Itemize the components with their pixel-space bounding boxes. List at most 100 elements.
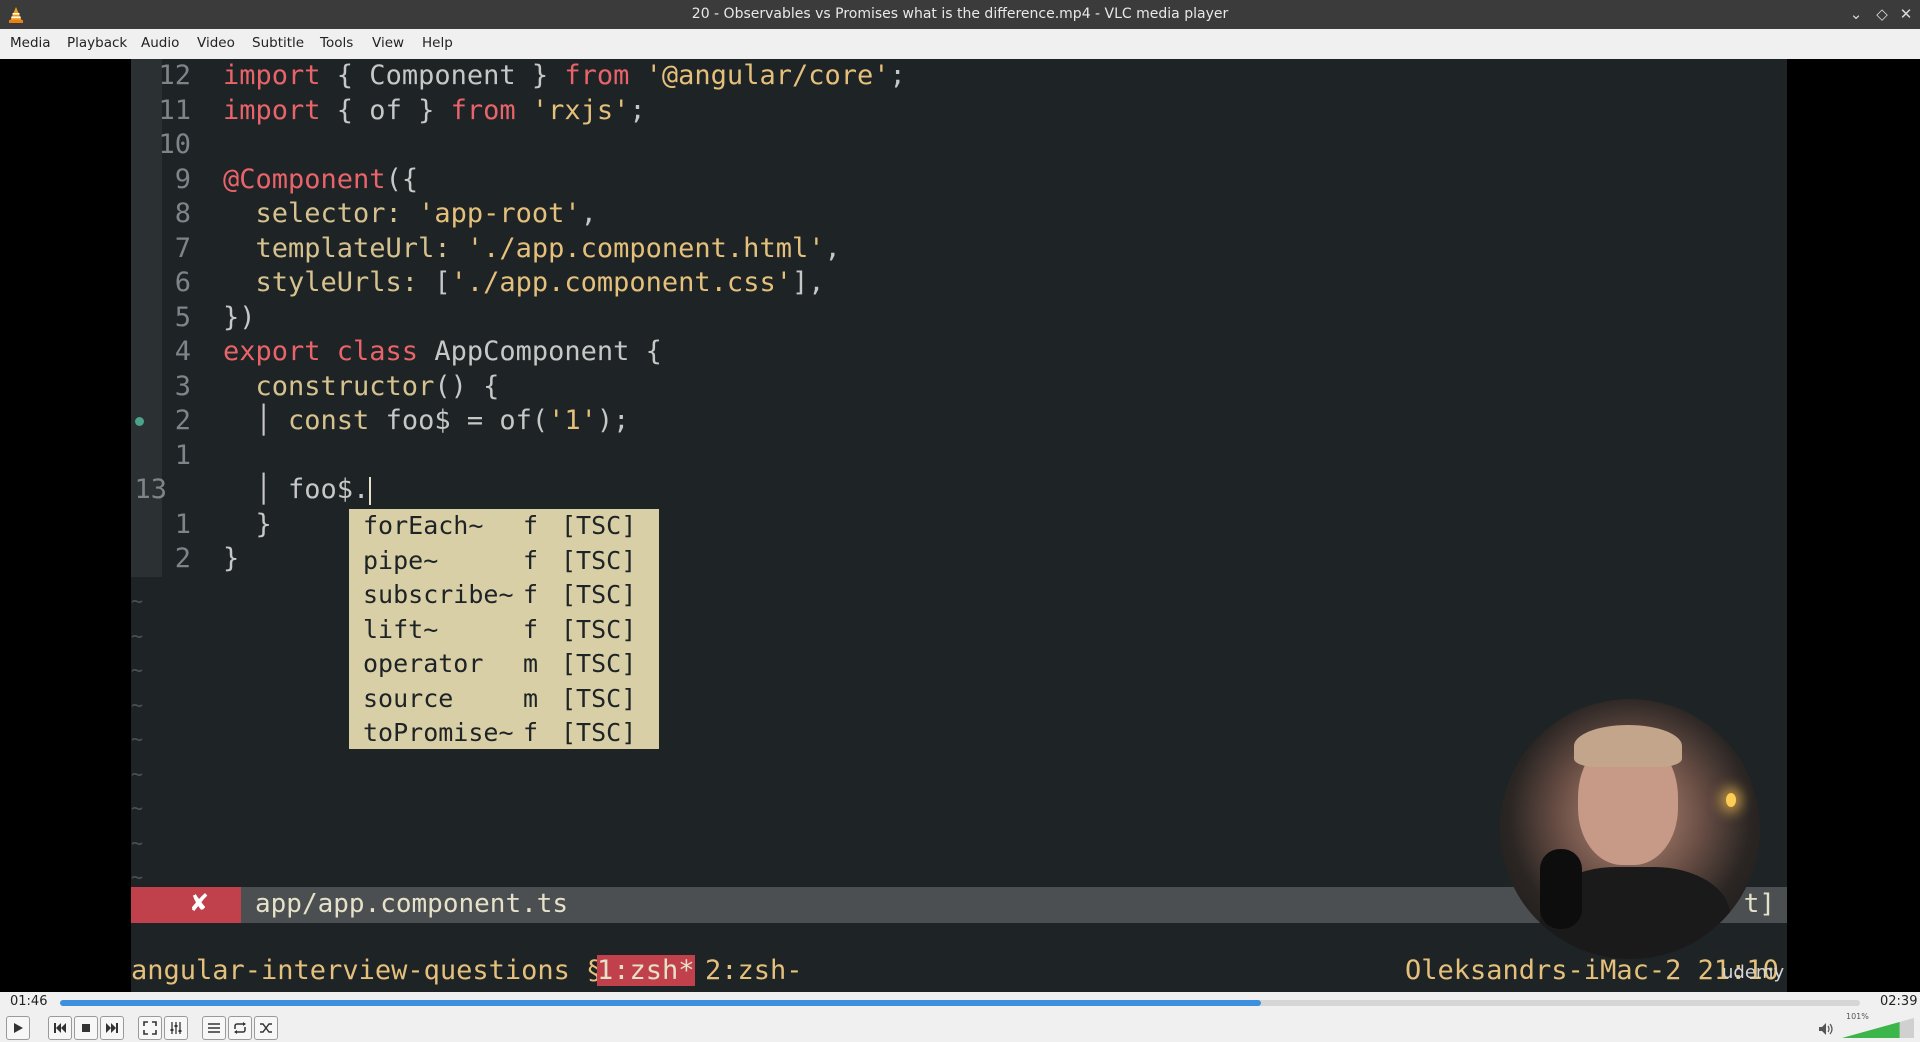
close-icon[interactable]: ✕ [1896,4,1916,24]
udemy-watermark: udemy [1722,962,1785,983]
shuffle-icon [260,1023,272,1033]
autocomplete-item[interactable]: source m [TSC] [349,682,659,717]
volume-slider[interactable] [1842,1018,1914,1038]
menu-help[interactable]: Help [422,35,453,51]
menu-view[interactable]: View [372,35,404,51]
tilde-marker: ~ [131,727,144,751]
elapsed-time: 01:46 [10,994,48,1009]
menu-tools[interactable]: Tools [320,35,353,51]
stop-icon [82,1024,90,1032]
status-right: t] [1743,889,1775,919]
line-number: 8 [174,198,191,229]
volume-label: 101% [1846,1012,1869,1021]
sign-marker [135,417,144,426]
loop-icon [234,1022,246,1034]
code-line: templateUrl: './app.component.html', [223,232,841,264]
tilde-marker: ~ [131,830,144,855]
line-number: 1 [174,508,191,540]
tilde-marker: ~ [131,589,144,613]
autocomplete-popup: forEach~ f [TSC] pipe~ f [TSC] subscribe~ f [TSC… [349,509,659,749]
line-number: 7 [174,232,191,264]
play-button[interactable] [6,1016,30,1040]
candle-light [1726,793,1736,807]
presenter-hair [1574,725,1682,767]
current-file-name: app/app.component.ts [255,889,569,919]
playlist-icon [208,1023,220,1033]
line-number: 2 [174,543,191,574]
error-icon: ✘ [189,889,210,917]
window-title: 20 - Observables vs Promises what is the… [691,6,1229,22]
menu-subtitle[interactable]: Subtitle [252,35,304,51]
error-indicator [131,887,241,923]
text-cursor [369,476,372,505]
line-number: 12 [158,60,191,91]
seek-progress [60,1000,1261,1006]
maximize-icon[interactable]: ◇ [1872,4,1892,24]
tilde-marker: ~ [131,658,144,682]
line-number: 3 [174,370,191,402]
code-line: }) [223,301,256,333]
autocomplete-item[interactable]: toPromise~ f [TSC] [349,716,659,751]
menu-playback[interactable]: Playback [67,35,127,51]
autocomplete-item[interactable]: lift~ f [TSC] [349,613,659,648]
autocomplete-item[interactable]: subscribe~ f [TSC] [349,578,659,613]
code-line: import { of } from 'rxjs'; [223,94,646,126]
total-time: 02:39 [1880,994,1918,1009]
speaker-icon[interactable] [1818,1022,1834,1036]
code-line: } [223,508,272,540]
code-line: @Component({ [223,163,419,195]
play-icon [14,1023,23,1033]
autocomplete-item[interactable]: operator m [TSC] [349,647,659,682]
title-bar: 20 - Observables vs Promises what is the… [0,0,1920,29]
tmux-window-1: 1:zsh* [597,955,695,986]
menu-bar: Media Playback Audio Video Subtitle Tool… [0,29,1920,60]
minimize-icon[interactable]: ⌄ [1846,4,1866,24]
playback-controls: 01:46 02:39 101% [0,992,1920,1042]
code-line: │ foo$. [223,474,372,505]
line-number: 10 [158,129,191,160]
line-number: 1 [174,439,191,471]
autocomplete-item[interactable]: pipe~ f [TSC] [349,544,659,579]
code-line: } [223,543,240,574]
stop-button[interactable] [74,1016,98,1040]
playlist-button[interactable] [202,1016,226,1040]
loop-button[interactable] [228,1016,252,1040]
line-number: 13 [134,474,167,505]
autocomplete-item[interactable]: forEach~ f [TSC] [349,509,659,544]
menu-video[interactable]: Video [197,35,235,51]
extended-settings-button[interactable] [164,1016,188,1040]
tmux-window-2: 2:zsh- [705,955,803,986]
microphone [1540,849,1582,929]
tilde-marker: ~ [131,865,144,889]
code-line: export class AppComponent { [223,336,662,367]
code-line: styleUrls: ['./app.component.css'], [223,267,825,298]
video-area[interactable]: 12 import { Component } from '@angular/co… [0,59,1920,992]
tilde-marker: ~ [131,796,144,820]
code-line: import { Component } from '@angular/core… [223,60,906,91]
presenter-webcam [1500,699,1760,959]
tmux-session: angular-interview-questions § [131,955,603,986]
fullscreen-icon [143,1021,157,1035]
next-icon [106,1023,118,1033]
line-number: 11 [158,94,191,126]
code-line: constructor() { [223,370,500,402]
code-line: │ const foo$ = of('1'); [223,405,630,436]
menu-media[interactable]: Media [10,35,51,51]
fullscreen-button[interactable] [138,1016,162,1040]
previous-icon [54,1023,66,1033]
line-number: 9 [174,163,191,195]
tilde-marker: ~ [131,761,144,786]
tilde-marker: ~ [131,692,144,717]
previous-button[interactable] [48,1016,72,1040]
shuffle-button[interactable] [254,1016,278,1040]
menu-audio[interactable]: Audio [141,35,179,51]
equalizer-icon [170,1022,182,1034]
line-number: 5 [174,301,191,333]
next-button[interactable] [100,1016,124,1040]
line-number: 4 [174,336,191,367]
tmux-status-bar: angular-interview-questions § 1:zsh* 2:z… [131,955,1787,992]
code-line: selector: 'app-root', [223,198,597,229]
tilde-marker: ~ [131,623,144,648]
line-number: 6 [174,267,191,298]
seek-bar[interactable] [60,1000,1860,1006]
